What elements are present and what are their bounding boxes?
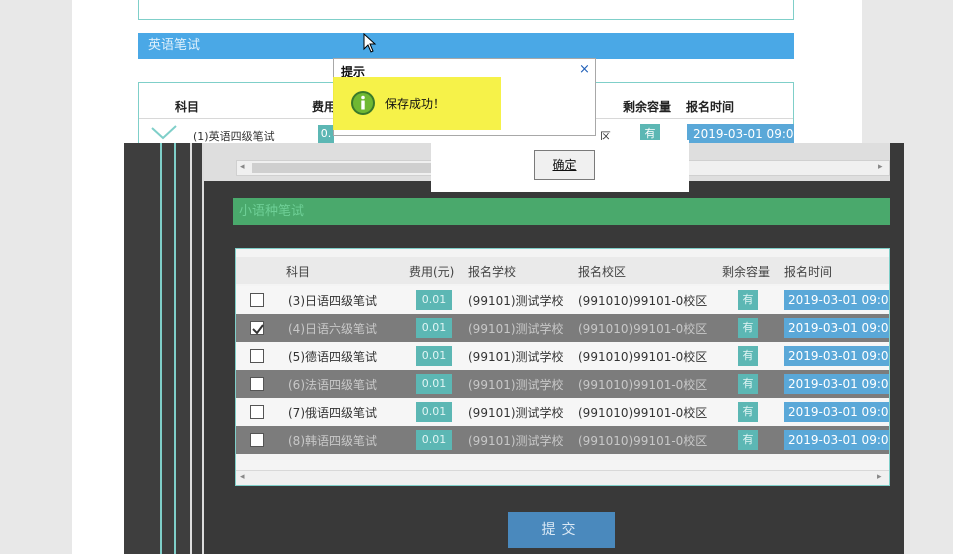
col-time: 报名时间 — [686, 100, 735, 114]
scroll-left-icon[interactable]: ◂ — [240, 162, 245, 172]
row-campus: (991010)99101-0校区 — [578, 434, 708, 448]
row-campus: (991010)99101-0校区 — [578, 350, 708, 364]
ok-button[interactable]: 确定 — [534, 150, 595, 180]
row-subject: (4)日语六级笔试 — [288, 322, 377, 336]
row-subject: (3)日语四级笔试 — [288, 294, 377, 308]
close-icon[interactable]: × — [579, 62, 590, 77]
minor-section-header: 小语种笔试 — [233, 198, 890, 225]
checkmark-icon — [252, 324, 264, 335]
col-time: 报名时间 — [784, 265, 833, 279]
fee-badge: 0.01 — [416, 290, 452, 310]
col-school: 报名学校 — [468, 265, 517, 279]
row-subject: (7)俄语四级笔试 — [288, 406, 377, 420]
row-school: (99101)测试学校 — [468, 378, 564, 392]
col-subject: 科目 — [286, 265, 311, 279]
registration-time: 2019-03-01 09:0 — [784, 402, 889, 422]
row-school: (99101)测试学校 — [468, 350, 564, 364]
row-checkbox[interactable] — [250, 321, 264, 335]
col-subject: 科目 — [175, 100, 200, 114]
fee-badge: 0.01 — [416, 374, 452, 394]
capacity-badge: 有 — [738, 374, 758, 394]
table-row[interactable]: (8)韩语四级笔试 0.01 (99101)测试学校 (991010)99101-0校… — [236, 426, 889, 454]
registration-time: 2019-03-01 09:0 — [784, 430, 889, 450]
row-checkbox[interactable] — [250, 349, 264, 363]
mouse-cursor-icon — [363, 33, 377, 53]
row-school: (99101)测试学校 — [468, 434, 564, 448]
capacity-badge: 有 — [738, 318, 758, 338]
submit-button[interactable]: 提交 — [508, 512, 615, 548]
previous-section-box — [138, 0, 794, 20]
scroll-left-icon[interactable]: ◂ — [240, 472, 245, 482]
frame-lines — [160, 143, 204, 554]
registration-time: 2019-03-01 09:0 — [784, 346, 889, 366]
english-row-subject: (1)英语四级笔试 — [193, 130, 275, 143]
fee-badge: 0.01 — [416, 402, 452, 422]
table-row[interactable]: (7)俄语四级笔试 0.01 (99101)测试学校 (991010)99101-0校… — [236, 398, 889, 426]
scroll-right-icon[interactable]: ▸ — [877, 472, 882, 482]
capacity-badge: 有 — [738, 430, 758, 450]
row-checkbox[interactable] — [250, 433, 264, 447]
row-subject: (5)德语四级笔试 — [288, 350, 377, 364]
row-checkbox[interactable] — [250, 405, 264, 419]
row-campus: (991010)99101-0校区 — [578, 322, 708, 336]
table-row[interactable]: (4)日语六级笔试 0.01 (99101)测试学校 (991010)99101-0校… — [236, 314, 889, 342]
col-capacity: 剩余容量 — [722, 265, 771, 279]
fee-badge: 0.01 — [416, 346, 452, 366]
left-margin — [0, 0, 72, 554]
row-school: (99101)测试学校 — [468, 322, 564, 336]
row-school: (99101)测试学校 — [468, 294, 564, 308]
row-checkbox[interactable] — [250, 377, 264, 391]
capacity-badge: 有 — [738, 290, 758, 310]
table-row[interactable]: (5)德语四级笔试 0.01 (99101)测试学校 (991010)99101-0校… — [236, 342, 889, 370]
col-capacity: 剩余容量 — [623, 100, 672, 114]
registration-time: 2019-03-01 09:0 — [784, 318, 889, 338]
registration-time: 2019-03-01 09:0 — [784, 290, 889, 310]
capacity-badge: 有 — [738, 402, 758, 422]
row-checkbox[interactable] — [250, 293, 264, 307]
horizontal-scrollbar-bottom[interactable] — [236, 470, 889, 485]
row-campus: (991010)99101-0校区 — [578, 406, 708, 420]
row-school: (99101)测试学校 — [468, 406, 564, 420]
scroll-right-icon[interactable]: ▸ — [878, 162, 883, 172]
row-campus: (991010)99101-0校区 — [578, 294, 708, 308]
col-campus: 报名校区 — [578, 265, 627, 279]
registration-time: 2019-03-01 09:0 — [784, 374, 889, 394]
table-row[interactable]: (3)日语四级笔试 0.01 (99101)测试学校 (991010)99101-0校… — [236, 286, 889, 314]
scrollbar-thumb[interactable] — [252, 163, 432, 173]
english-time: 2019-03-01 09:0 — [687, 124, 794, 144]
row-subject: (6)法语四级笔试 — [288, 378, 377, 392]
row-campus: (991010)99101-0校区 — [578, 378, 708, 392]
english-section-header: 英语笔试 — [138, 33, 794, 59]
row-subject: (8)韩语四级笔试 — [288, 434, 377, 448]
capacity-badge: 有 — [738, 346, 758, 366]
english-fee-badge: 0. — [318, 125, 334, 143]
ok-button-label: 确定 — [552, 158, 577, 172]
table-row[interactable]: (6)法语四级笔试 0.01 (99101)测试学校 (991010)99101-0校… — [236, 370, 889, 398]
fee-badge: 0.01 — [416, 318, 452, 338]
col-fee: 费用(元) — [409, 265, 455, 279]
info-icon — [351, 91, 375, 115]
fee-badge: 0.01 — [416, 430, 452, 450]
dialog-message: 保存成功！ — [385, 97, 446, 111]
